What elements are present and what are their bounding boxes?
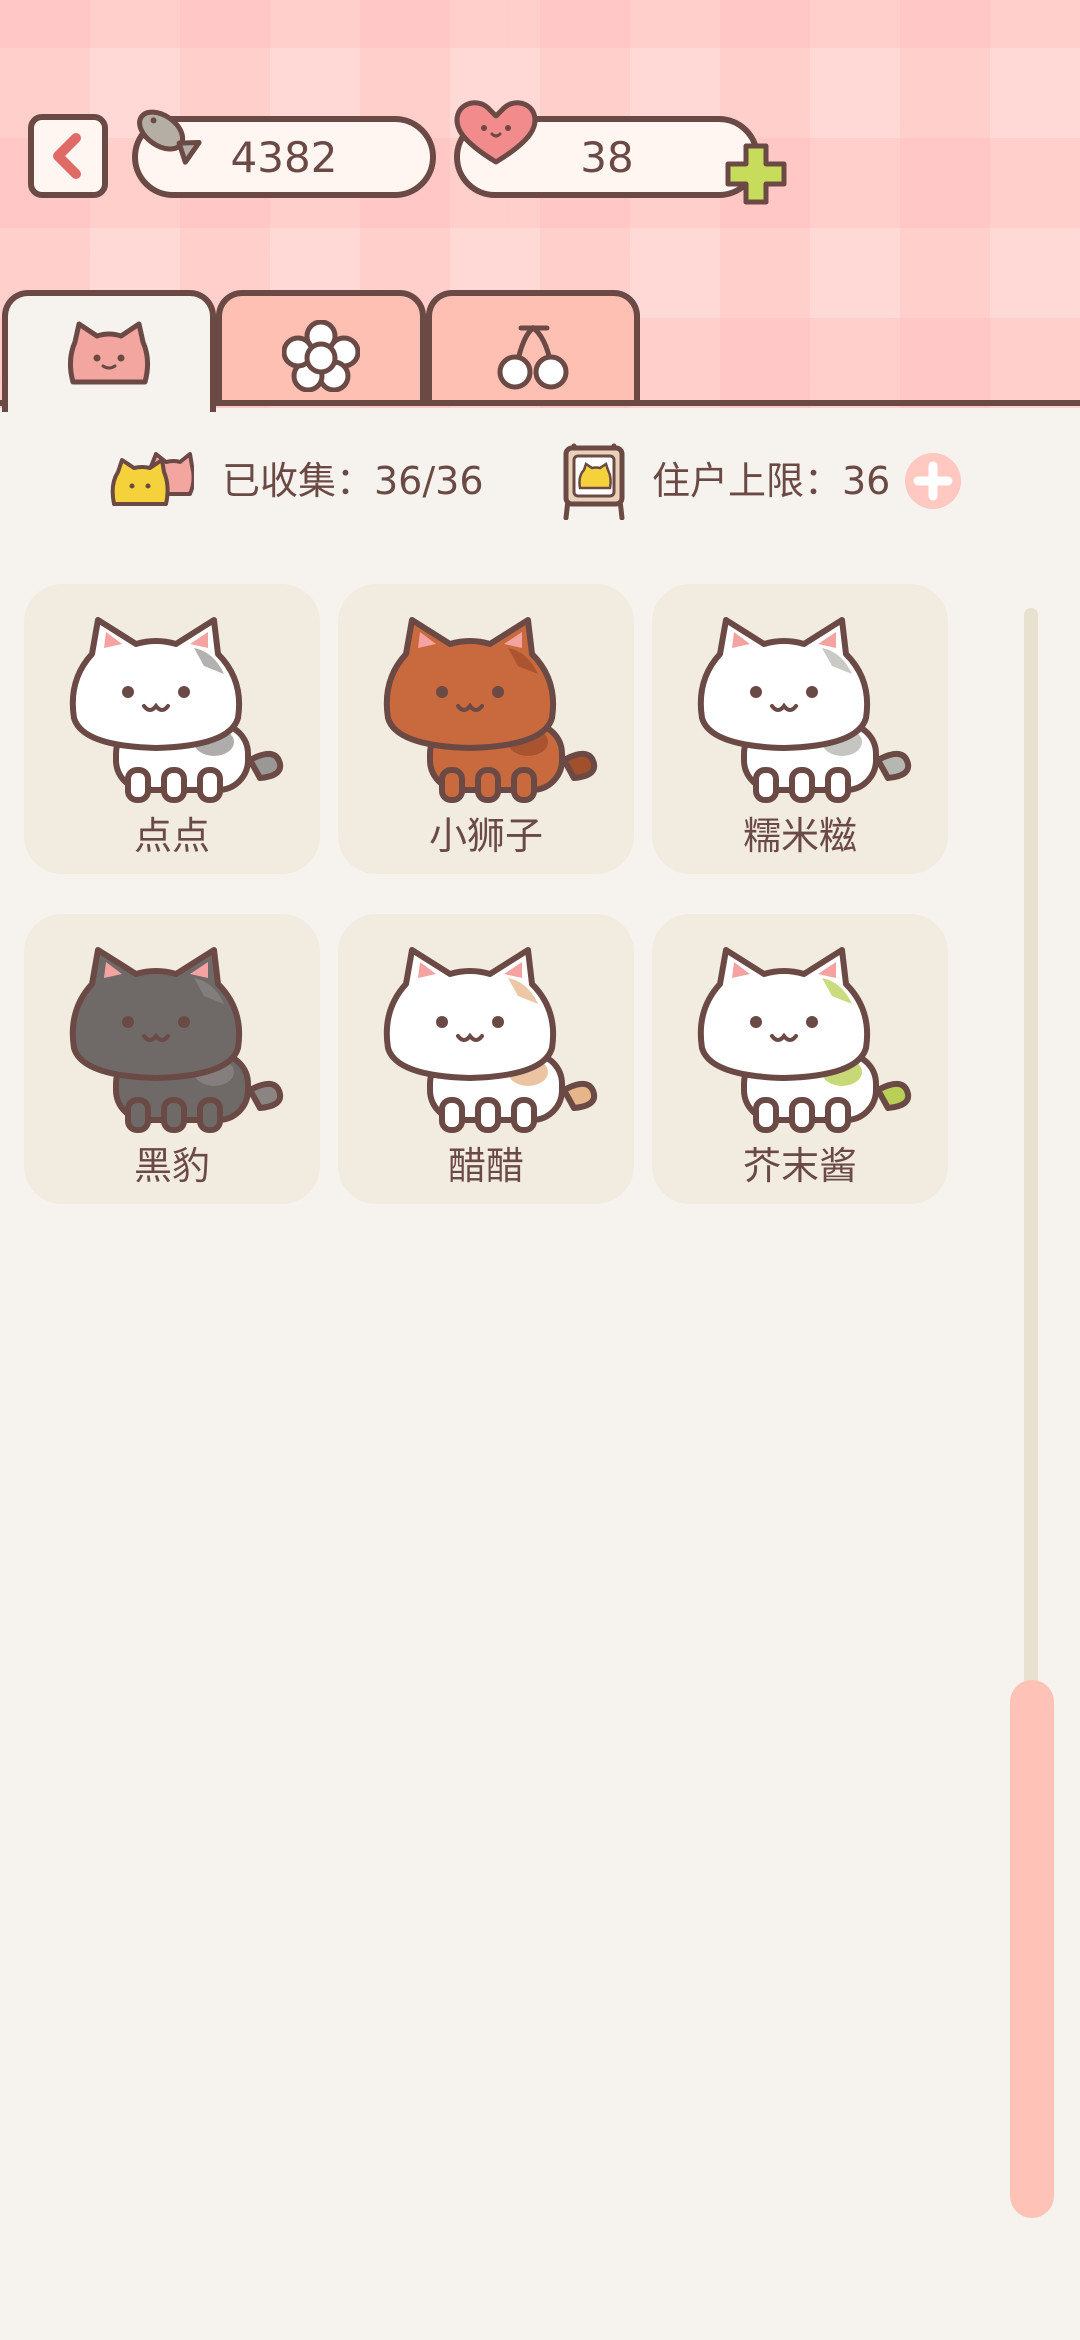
cat-icon — [69, 617, 284, 803]
cat-card[interactable]: 点点 — [24, 584, 320, 874]
cat-card[interactable]: 糯米糍 — [652, 584, 948, 874]
fish-icon — [137, 109, 202, 165]
scrollbar-thumb[interactable] — [1010, 1680, 1054, 2218]
tab-flower[interactable] — [216, 290, 426, 406]
chevron-left-icon — [53, 133, 81, 179]
back-button[interactable] — [28, 114, 108, 198]
cat-face-icon — [67, 321, 151, 385]
collected-cats-icon — [110, 452, 194, 506]
heart-icon — [454, 100, 538, 165]
cat-icon — [383, 947, 598, 1133]
cat-name: 芥末酱 — [742, 1144, 857, 1188]
add-limit-button[interactable] — [904, 452, 962, 510]
cherry-icon — [497, 324, 569, 390]
cat-icon — [69, 947, 284, 1133]
cat-card[interactable]: 黑豹 — [24, 914, 320, 1204]
fish-count: 4382 — [230, 132, 338, 182]
cat-name: 小狮子 — [428, 814, 543, 858]
cat-card[interactable]: 芥末酱 — [652, 914, 948, 1204]
cat-name: 醋醋 — [447, 1144, 524, 1188]
cat-icon — [697, 947, 912, 1133]
flower-icon — [282, 320, 360, 392]
resident-limit: 住户上限：36 — [652, 459, 891, 503]
signboard-icon — [563, 443, 625, 520]
tab-cats[interactable] — [2, 290, 216, 412]
cat-card[interactable]: 小狮子 — [338, 584, 634, 874]
cat-name: 糯米糍 — [742, 814, 857, 858]
collected-count: 已收集：36/36 — [222, 459, 484, 503]
cat-icon — [697, 617, 912, 803]
cat-card[interactable]: 醋醋 — [338, 914, 634, 1204]
cat-name: 黑豹 — [133, 1144, 210, 1188]
cat-name: 点点 — [133, 814, 210, 858]
tab-cherry[interactable] — [426, 290, 640, 406]
add-hearts-button[interactable] — [722, 140, 790, 208]
cat-icon — [383, 617, 598, 803]
heart-count: 38 — [580, 132, 634, 182]
